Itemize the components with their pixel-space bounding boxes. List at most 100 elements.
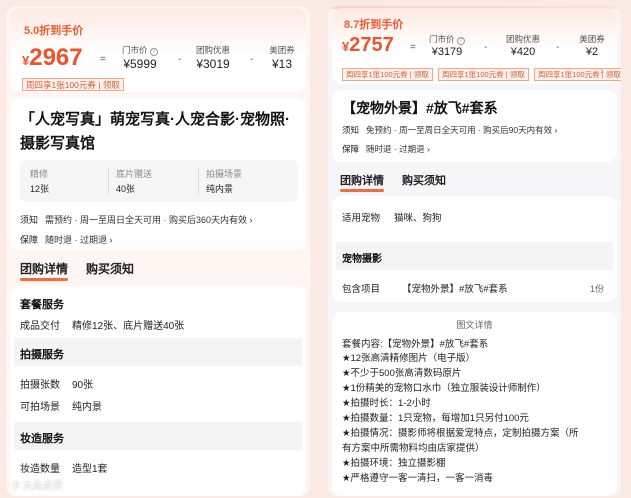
deal-info-card: 「人宠写真」萌宠写真·人宠合影·宠物照· 摄影写真馆 精修 12张 底片赠送 4…	[10, 98, 306, 250]
detail-line: ★12张高清精修图片（电子版）	[342, 353, 476, 364]
service-row: 拍摄张数 90张	[20, 376, 93, 391]
notice-value: 需预约 · 周一至周日全天可用 · 购买后360天内有效	[45, 215, 248, 225]
deal-info-card: 【宠物外景】#放飞#套系 须知 免预约 · 周一至周日全天可用 · 购买后90天内…	[332, 90, 617, 162]
meituan-coupon-label: 美团券	[269, 45, 295, 55]
guarantee-key: 保障	[20, 235, 39, 245]
detail-line: ★拍摄环境：独立摄影棚	[342, 458, 446, 469]
deal-title-line1: 「人宠写真」萌宠写真·人宠合影·宠物照·	[20, 111, 290, 128]
include-row: 包含项目 【宠物外景】#放飞#套系	[342, 281, 508, 295]
row-key: 妆造数量	[20, 464, 60, 475]
coupon-tag[interactable]: 周四享1张100元券 | 领取	[342, 68, 433, 81]
row-key: 成品交付	[20, 321, 60, 332]
chevron-right-icon: ›	[249, 215, 253, 225]
info-icon[interactable]: ?	[149, 48, 158, 56]
tab-group-details[interactable]: 团购详情	[340, 172, 384, 192]
deal-title-line2: 摄影写真馆	[20, 135, 96, 152]
row-value: 精修12张、底片赠送40张	[72, 321, 185, 332]
spec-negatives: 底片赠送 40张	[116, 167, 152, 195]
group-discount-label: 团购优惠	[505, 34, 540, 44]
tab-purchase-notes[interactable]: 购买须知	[402, 172, 446, 188]
group-discount-value: ¥3019	[196, 57, 230, 71]
guarantee-row[interactable]: 保障 随时退 · 过期退 ›	[20, 233, 113, 246]
tab-label: 团购详情	[20, 262, 69, 276]
coupon-tag[interactable]: 周四享1张100元券 | 领取	[22, 78, 124, 91]
spec-scene: 拍摄场景 纯内景	[206, 167, 242, 195]
tab-label: 购买须知	[86, 262, 135, 276]
equals-sign: =	[410, 42, 416, 53]
original-price-label: 门市价	[122, 45, 148, 55]
info-icon[interactable]: ?	[456, 37, 465, 45]
price-value: 2757	[349, 34, 394, 56]
notice-key: 须知	[20, 215, 39, 225]
minus-sign: -	[556, 42, 560, 53]
final-price: ¥2967	[22, 44, 83, 72]
section-head: 妆造服务	[20, 433, 64, 445]
guarantee-row[interactable]: 保障 随时退 · 过期退 ›	[342, 143, 430, 155]
include-quantity: 1份	[590, 284, 605, 294]
row-value: 猫咪、狗狗	[394, 213, 442, 224]
section-head: 宠物摄影	[342, 254, 382, 265]
package-card: 适用宠物 猫咪、狗狗 宠物摄影 包含项目 【宠物外景】#放飞#套系 1份	[332, 196, 617, 302]
spec-grid: 精修 12张 底片赠送 40张 拍摄场景 纯内景	[20, 160, 298, 202]
meituan-coupon-col: 美团券 ¥2	[572, 33, 612, 58]
spec-retouch: 精修 12张	[30, 167, 49, 195]
notice-row[interactable]: 须知 需预约 · 周一至周日全天可用 · 购买后360天内有效 ›	[20, 213, 253, 226]
meituan-coupon-value: ¥13	[271, 57, 293, 71]
row-key: 可拍场景	[20, 402, 60, 413]
row-value: 纯内景	[72, 402, 102, 413]
row-key: 包含项目	[342, 284, 381, 295]
watermark-text: 大众点评	[22, 481, 63, 492]
notice-row[interactable]: 须知 免预约 · 周一至周日全天可用 · 购买后90天内有效 ›	[342, 124, 557, 136]
suitable-pet-row: 适用宠物 猫咪、狗狗	[342, 210, 442, 224]
active-tab-underline	[340, 189, 384, 192]
tab-purchase-notes[interactable]: 购买须知	[86, 260, 134, 277]
price-card: 5.0折到手价 ¥2967 = 门市价 ? ¥5999 - 团购优惠 ¥3019…	[10, 8, 306, 92]
tab-group-details[interactable]: 团购详情	[20, 260, 69, 281]
original-price-label: 门市价	[429, 34, 455, 44]
service-row: 成品交付 精修12张、底片赠送40张	[20, 317, 184, 332]
service-row: 妆造数量 造型1套	[20, 460, 108, 475]
final-price: ¥2757	[342, 34, 394, 57]
divider	[198, 168, 199, 194]
detail-line: 有方案中所需物料均由店家提供）	[342, 443, 485, 454]
price-card: 8.7折到手价 ¥2757 = 门市价 ? ¥3179 - 团购优惠 ¥420 …	[332, 8, 621, 84]
deal-title: 【宠物外景】#放飞#套系	[342, 100, 498, 116]
detail-line: 套餐内容:【宠物外景】#放飞#套系	[342, 339, 489, 350]
row-value: 90张	[72, 380, 94, 391]
tab-label: 购买须知	[402, 175, 446, 187]
row-key: 拍摄张数	[20, 380, 60, 391]
spec-label: 底片赠送	[116, 169, 153, 179]
original-price-value: ¥5999	[123, 57, 157, 71]
section-head: 拍摄服务	[20, 349, 64, 361]
chevron-right-icon[interactable]: ›	[600, 66, 603, 77]
row-value: 造型1套	[72, 464, 108, 475]
section-head: 套餐服务	[20, 299, 64, 311]
spec-value: 12张	[30, 184, 50, 194]
guarantee-key: 保障	[342, 144, 360, 154]
minus-sign: -	[178, 54, 182, 65]
spec-label: 拍摄场景	[206, 169, 243, 179]
coupon-tag[interactable]: 周四享1张100元券 | 领取	[534, 68, 621, 81]
discount-label: 5.0折到手价	[24, 25, 84, 37]
detail-line: ★拍摄数量：1只宠物，每增加1只另付100元	[342, 413, 529, 424]
right-screenshot-panel: 8.7折到手价 ¥2757 = 门市价 ? ¥3179 - 团购优惠 ¥420 …	[328, 6, 621, 496]
coupon-tag[interactable]: 周四享1张100元券 | 领取	[438, 68, 529, 81]
detail-line: ★1份精美的宠物口水巾（独立服装设计师制作）	[342, 383, 546, 394]
spec-label: 精修	[30, 169, 49, 179]
minus-sign: -	[250, 54, 254, 65]
chevron-right-icon: ›	[426, 144, 430, 154]
spec-value: 纯内景	[206, 184, 234, 194]
row-key: 适用宠物	[342, 213, 381, 224]
guarantee-value: 随时退 · 过期退	[366, 144, 425, 154]
original-price-value: ¥3179	[431, 46, 463, 58]
group-discount-label: 团购优惠	[195, 45, 230, 55]
active-tab-underline	[20, 278, 69, 281]
spec-value: 40张	[116, 184, 136, 194]
watermark: ℬ 大众点评	[12, 477, 63, 492]
chevron-right-icon: ›	[554, 125, 558, 135]
group-discount-value: ¥420	[510, 46, 536, 58]
price-value: 2967	[29, 44, 83, 71]
meituan-coupon-label: 美团券	[579, 34, 605, 44]
guarantee-value: 随时退 · 过期退	[45, 235, 108, 245]
discount-label: 8.7折到手价	[344, 19, 404, 31]
